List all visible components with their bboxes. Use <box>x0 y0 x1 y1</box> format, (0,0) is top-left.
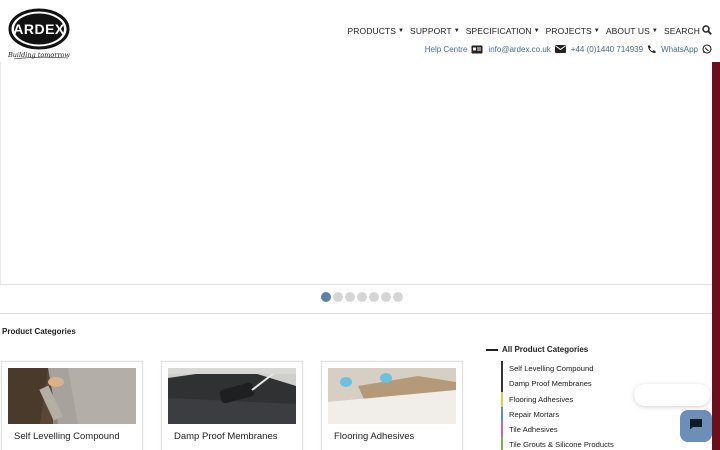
category-card-flooring-adhesives[interactable]: Flooring Adhesives <box>321 361 463 450</box>
whatsapp-label: WhatsApp <box>661 44 698 54</box>
all-product-categories-label: All Product Categories <box>502 345 589 354</box>
nav-about-us-label: ABOUT US <box>605 26 650 36</box>
caret-down-icon: ▼ <box>453 28 460 34</box>
category-list-item[interactable]: Damp Proof Membranes <box>501 376 641 392</box>
main-navigation: PRODUCTS ▼ SUPPORT ▼ SPECIFICATION ▼ PRO… <box>348 25 713 37</box>
nav-search-label: SEARCH <box>663 26 700 36</box>
self-levelling-image <box>8 368 136 424</box>
chat-bubble-icon <box>689 417 703 435</box>
email-label: info@ardex.co.uk <box>488 44 551 54</box>
nav-products-label: PRODUCTS <box>347 26 396 36</box>
carousel-dot[interactable] <box>321 292 331 302</box>
phone-icon <box>647 45 656 54</box>
chat-prompt-bubble[interactable] <box>634 384 710 406</box>
category-list-item[interactable]: Repair Mortars <box>501 406 641 423</box>
carousel-dot[interactable] <box>381 292 391 302</box>
carousel-dot[interactable] <box>345 292 355 302</box>
search-icon <box>702 25 712 37</box>
nav-specification[interactable]: SPECIFICATION ▼ <box>466 26 540 36</box>
category-list-item[interactable]: Flooring Adhesives <box>501 391 641 407</box>
carousel-dot[interactable] <box>357 292 367 302</box>
nav-search[interactable]: SEARCH <box>664 25 712 37</box>
carousel-dot[interactable] <box>369 292 379 302</box>
carousel-dot[interactable] <box>333 292 343 302</box>
contact-bar: Help Centre info@ardex.co.uk +44 (0)1440… <box>425 44 712 54</box>
caret-down-icon: ▼ <box>398 28 405 34</box>
category-list-item[interactable]: Self Levelling Compound <box>501 361 641 377</box>
help-centre-link[interactable]: Help Centre <box>425 45 484 54</box>
all-product-categories-link[interactable]: All Product Categories <box>486 345 588 354</box>
hero-left-border <box>0 62 1 284</box>
id-card-icon <box>471 45 483 54</box>
nav-about-us[interactable]: ABOUT US ▼ <box>606 26 658 36</box>
phone-label: +44 (0)1440 714939 <box>570 44 644 54</box>
damp-proof-image <box>168 368 296 424</box>
nav-support[interactable]: SUPPORT ▼ <box>410 26 460 36</box>
flooring-adhesives-image <box>328 368 456 424</box>
product-categories-heading: Product Categories <box>2 327 76 336</box>
category-list-item[interactable]: Tile Adhesives <box>501 422 641 438</box>
envelope-icon <box>554 45 566 53</box>
category-list: Self Levelling Compound Damp Proof Membra… <box>501 361 641 450</box>
category-card-self-levelling[interactable]: Self Levelling Compound <box>1 361 143 450</box>
site-header: ARDEX Building tomorrow PRODUCTS ▼ SUPPO… <box>0 0 720 62</box>
help-centre-label: Help Centre <box>424 44 468 54</box>
card-title: Flooring Adhesives <box>334 431 415 442</box>
nav-support-label: SUPPORT <box>410 26 452 36</box>
nav-specification-label: SPECIFICATION <box>465 26 532 36</box>
carousel-dot[interactable] <box>393 292 403 302</box>
hero-bottom-border <box>0 284 712 285</box>
whatsapp-icon <box>702 44 712 54</box>
chat-launcher-button[interactable] <box>680 410 712 442</box>
category-card-damp-proof[interactable]: Damp Proof Membranes <box>161 361 303 450</box>
ardex-logo[interactable]: ARDEX Building tomorrow <box>7 6 74 62</box>
carousel-indicators <box>321 292 403 302</box>
nav-projects-label: PROJECTS <box>545 26 592 36</box>
section-divider <box>0 313 712 314</box>
category-list-item[interactable]: Tile Grouts & Silicone Products <box>501 437 641 450</box>
svg-text:ARDEX: ARDEX <box>13 21 65 37</box>
card-title: Self Levelling Compound <box>14 431 120 442</box>
caret-down-icon: ▼ <box>533 28 540 34</box>
hero-carousel[interactable] <box>0 62 712 284</box>
nav-projects[interactable]: PROJECTS ▼ <box>546 26 600 36</box>
caret-down-icon: ▼ <box>651 28 658 34</box>
card-title: Damp Proof Membranes <box>174 431 278 442</box>
caret-down-icon: ▼ <box>593 28 600 34</box>
nav-products[interactable]: PRODUCTS ▼ <box>348 26 405 36</box>
whatsapp-link[interactable]: WhatsApp <box>661 44 712 54</box>
side-accent-strip <box>712 62 720 450</box>
dash-icon <box>486 348 498 351</box>
email-link[interactable]: info@ardex.co.uk <box>488 44 566 54</box>
phone-link[interactable]: +44 (0)1440 714939 <box>571 45 656 54</box>
